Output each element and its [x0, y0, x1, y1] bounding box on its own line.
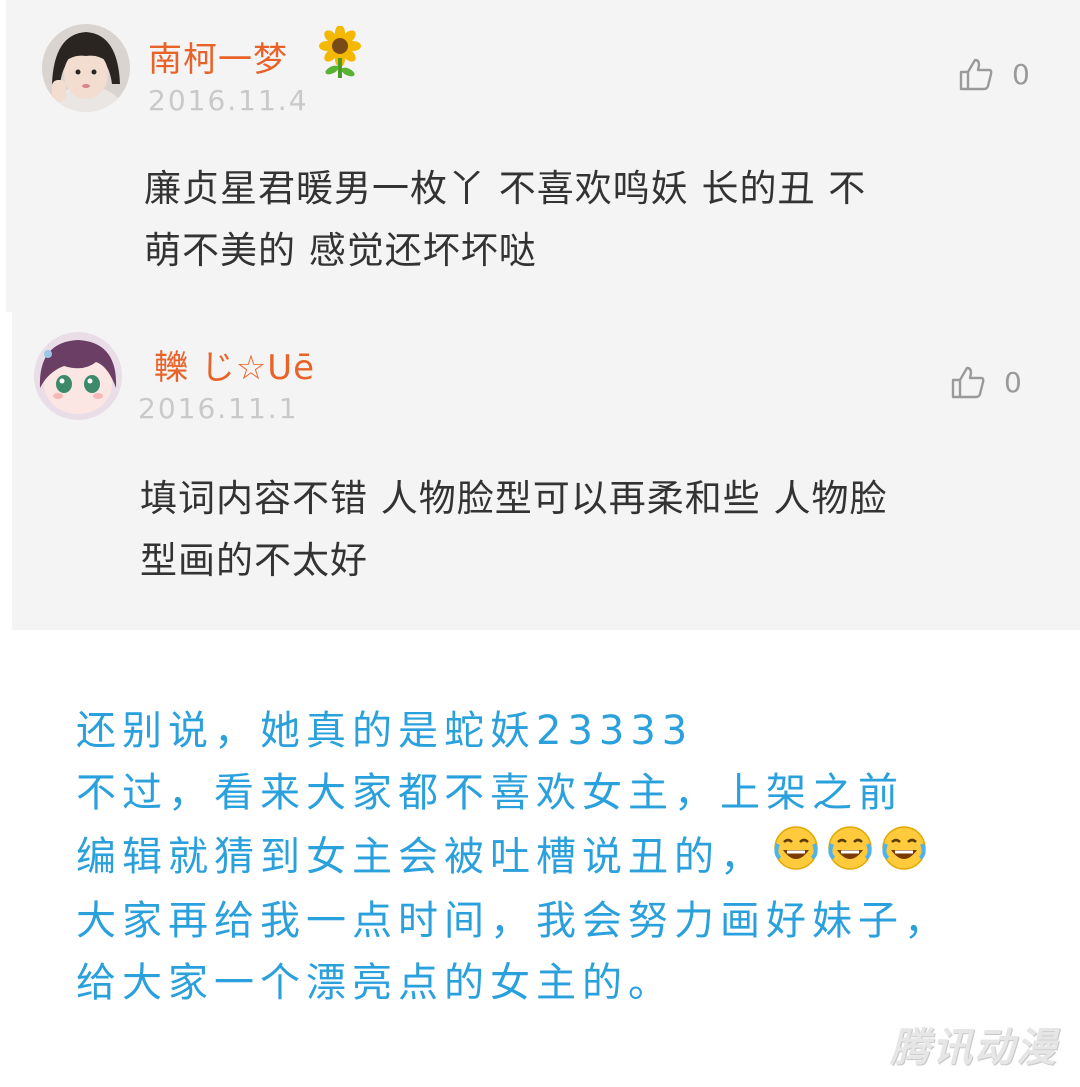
comment-username[interactable]: 轢 じ☆Uē [154, 340, 315, 389]
like-count: 0 [1004, 365, 1022, 399]
thumbs-up-icon [950, 364, 986, 400]
reply-line: 大家再给我一点时间，我会努力画好妹子， [76, 898, 950, 944]
laughing-crying-emoji-icon [772, 824, 820, 890]
avatar[interactable] [34, 332, 122, 420]
like-count: 0 [1012, 57, 1030, 91]
comment-date: 2016.11.4 [148, 84, 309, 117]
like-button[interactable]: 0 [950, 364, 1022, 400]
sunflower-icon [318, 25, 362, 84]
comment-line: 萌不美的 感觉还坏坏哒 [144, 229, 537, 272]
comment-body: 廉贞星君暖男一枚丫 不喜欢鸣妖 长的丑 不 萌不美的 感觉还坏坏哒 [144, 158, 866, 282]
reply-line: 还别说，她真的是蛇妖23333 [76, 708, 694, 754]
laughing-crying-emoji-icon [826, 824, 874, 890]
reply-line: 编辑就猜到女主会被吐槽说丑的， [76, 824, 950, 890]
avatar[interactable] [42, 24, 130, 112]
like-button[interactable]: 0 [958, 56, 1030, 92]
comment-line: 填词内容不错 人物脸型可以再柔和些 人物脸 [140, 477, 888, 520]
comment-body: 填词内容不错 人物脸型可以再柔和些 人物脸 型画的不太好 [140, 468, 888, 592]
reply-line: 不过，看来大家都不喜欢女主，上架之前 [76, 770, 904, 816]
thumbs-up-icon [958, 56, 994, 92]
comment-username[interactable]: 南柯一梦 [148, 32, 288, 81]
comment-line: 廉贞星君暖男一枚丫 不喜欢鸣妖 长的丑 不 [144, 167, 867, 210]
author-reply: 还别说，她真的是蛇妖23333 不过，看来大家都不喜欢女主，上架之前 编辑就猜到… [76, 700, 950, 1014]
laughing-crying-emoji-icon [880, 824, 928, 890]
comment-date: 2016.11.1 [138, 392, 299, 425]
reply-line: 给大家一个漂亮点的女主的。 [76, 960, 674, 1006]
watermark-logo: 腾讯动漫 [890, 1025, 1058, 1071]
comment-line: 型画的不太好 [140, 539, 368, 582]
